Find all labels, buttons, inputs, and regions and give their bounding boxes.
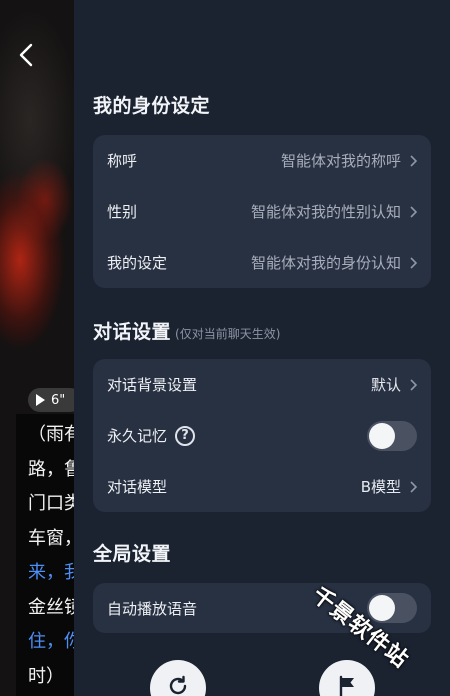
chevron-right-icon: [410, 205, 417, 218]
play-icon: [36, 394, 45, 406]
identity-section-title: 我的身份设定: [93, 95, 211, 117]
toggle-knob: [369, 422, 395, 449]
chevron-right-icon: [410, 154, 417, 167]
permanent-memory-text: 永久记忆: [107, 427, 168, 445]
my-setting-label: 我的设定: [107, 254, 168, 272]
identity-card: 称呼 智能体对我的称呼 性别 智能体对我的性别认知 我的设定 智能体对我的身份认…: [93, 135, 431, 288]
gender-row[interactable]: 性别 智能体对我的性别认知: [93, 186, 431, 237]
dialog-model-value: B模型: [360, 478, 401, 496]
help-circle-icon[interactable]: ?: [175, 425, 196, 446]
chevron-right-icon: [410, 256, 417, 269]
dialog-model-label: 对话模型: [107, 478, 168, 496]
dialog-background-value: 默认: [370, 376, 401, 394]
gender-value: 智能体对我的性别认知: [250, 203, 401, 221]
gender-label: 性别: [107, 203, 138, 221]
refresh-icon: [169, 675, 187, 695]
report-button[interactable]: [319, 660, 375, 696]
nickname-row[interactable]: 称呼 智能体对我的称呼: [93, 135, 431, 186]
voice-duration: 6": [51, 392, 66, 408]
my-setting-value: 智能体对我的身份认知: [250, 254, 401, 272]
permanent-memory-row: 永久记忆 ?: [93, 410, 431, 461]
dialog-subtitle: (仅对当前聊天生效): [175, 327, 281, 341]
nickname-label: 称呼: [107, 152, 138, 170]
dialog-background-row[interactable]: 对话背景设置 默认: [93, 359, 431, 410]
my-setting-row[interactable]: 我的设定 智能体对我的身份认知: [93, 237, 431, 288]
settings-panel: 我的身份设定 称呼 智能体对我的称呼 性别 智能体对我的性别认知 我的设定 智能…: [74, 0, 450, 696]
permanent-memory-toggle[interactable]: [367, 420, 417, 451]
refresh-button[interactable]: [150, 660, 206, 696]
permanent-memory-label: 永久记忆 ?: [107, 425, 367, 446]
global-section-title: 全局设置: [93, 543, 172, 565]
flag-icon: [339, 675, 354, 696]
dialog-section-title: 对话设置 (仅对当前聊天生效): [93, 317, 280, 344]
nickname-value: 智能体对我的称呼: [280, 152, 401, 170]
back-arrow-icon[interactable]: [16, 42, 38, 68]
dialog-background-label: 对话背景设置: [107, 376, 198, 394]
chevron-right-icon: [410, 480, 417, 493]
chevron-right-icon: [410, 378, 417, 391]
dialog-title-text: 对话设置: [93, 321, 172, 343]
dialog-model-row[interactable]: 对话模型 B模型: [93, 461, 431, 512]
dialog-card: 对话背景设置 默认 永久记忆 ? 对话模型 B模型: [93, 359, 431, 512]
